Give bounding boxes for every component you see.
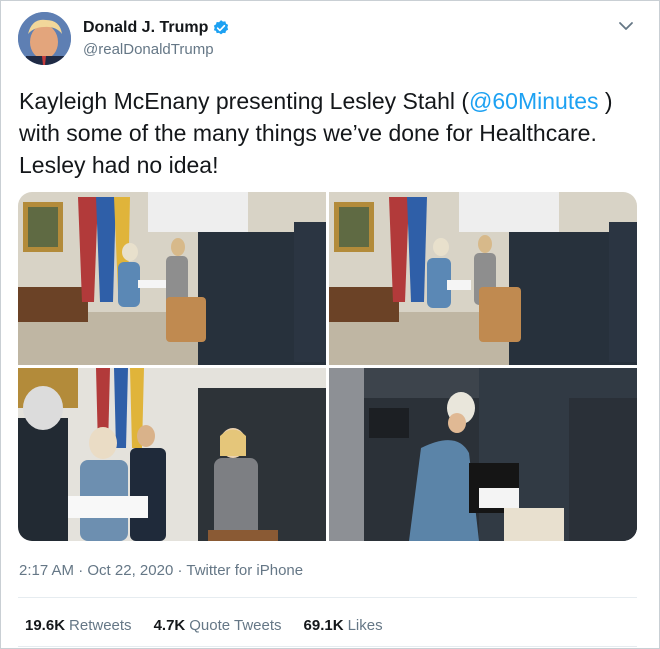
meta-separator: ·: [177, 562, 183, 579]
likes-count: 69.1K: [303, 617, 344, 634]
chevron-down-icon[interactable]: [616, 16, 636, 36]
photo-1[interactable]: [18, 192, 326, 365]
author-handle[interactable]: @realDonaldTrump: [83, 41, 230, 58]
photo-2[interactable]: [329, 192, 637, 365]
photo-3[interactable]: [18, 368, 326, 541]
likes-label: Likes: [347, 617, 383, 634]
avatar[interactable]: [18, 12, 71, 65]
divider: [18, 597, 637, 598]
tweet-source[interactable]: Twitter for iPhone: [186, 562, 303, 579]
likes-stat[interactable]: 69.1K Likes: [304, 617, 383, 634]
tweet-card: Donald J. Trump @realDonaldTrump Kayleig…: [0, 0, 660, 649]
photo-4[interactable]: [329, 368, 637, 541]
author-names: Donald J. Trump @realDonaldTrump: [83, 19, 230, 58]
quotes-label: Quote Tweets: [189, 617, 282, 634]
author-display-name[interactable]: Donald J. Trump: [83, 19, 230, 37]
tweet-header: Donald J. Trump @realDonaldTrump: [18, 12, 644, 68]
media-grid: [18, 192, 637, 541]
meta-separator: ·: [78, 562, 84, 579]
retweets-count: 19.6K: [25, 617, 66, 634]
tweet-time[interactable]: 2:17 AM: [19, 562, 74, 579]
verified-badge-icon: [212, 19, 230, 37]
tweet-stats: 19.6K Retweets 4.7K Quote Tweets 69.1K Like…: [25, 617, 383, 634]
mention-link[interactable]: @60Minutes: [469, 88, 598, 114]
display-name-text: Donald J. Trump: [83, 19, 209, 36]
quote-tweets-stat[interactable]: 4.7K Quote Tweets: [154, 617, 282, 634]
tweet-text-before: Kayleigh McEnany presenting Lesley Stahl…: [19, 88, 470, 114]
divider: [18, 646, 637, 647]
tweet-text: Kayleigh McEnany presenting Lesley Stahl…: [19, 85, 645, 181]
tweet-meta: 2:17 AM · Oct 22, 2020 · Twitter for iPh…: [19, 562, 303, 579]
retweets-stat[interactable]: 19.6K Retweets: [25, 617, 132, 634]
quotes-count: 4.7K: [153, 617, 186, 634]
retweets-label: Retweets: [69, 617, 132, 634]
tweet-date[interactable]: Oct 22, 2020: [87, 562, 173, 579]
